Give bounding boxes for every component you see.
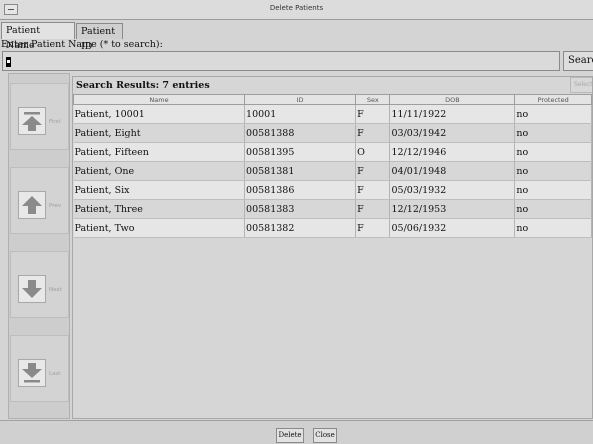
table-row[interactable]: Patient, Eight 00581388 F 03/03/1942 no — [73, 123, 592, 143]
patient-protected-cell: no — [514, 123, 592, 143]
patient-protected-cell: no — [514, 104, 592, 124]
patient-name-cell: Patient, One — [73, 161, 246, 181]
patient-sex-cell: F — [355, 123, 391, 143]
search-results-panel: Search Results: 7 entries Select Name ID… — [72, 76, 593, 419]
prev-page-button[interactable]: Prev — [10, 167, 69, 234]
patient-id-cell: 00581383 — [244, 199, 357, 219]
patient-name-cell: Patient, Three — [73, 199, 246, 219]
patient-dob-cell: 03/03/1942 — [389, 123, 516, 143]
patient-protected-cell: no — [514, 161, 592, 181]
column-header-sex[interactable]: Sex — [355, 94, 391, 105]
patient-id-cell: 00581382 — [244, 218, 357, 238]
title-bar: Delete Patients — [0, 0, 593, 20]
column-header-protected[interactable]: Protected — [514, 94, 592, 105]
text-cursor-icon — [6, 57, 11, 67]
patient-name-cell: Patient, Six — [73, 180, 246, 200]
patient-protected-cell: no — [514, 180, 592, 200]
patient-sex-cell: F — [355, 180, 391, 200]
patient-protected-cell: no — [514, 142, 592, 162]
tab-patient-id[interactable]: Patient ID — [76, 23, 123, 52]
patient-dob-cell: 11/11/1922 — [389, 104, 516, 124]
first-label: First — [49, 119, 61, 125]
table-row[interactable]: Patient, 10001 10001 F 11/11/1922 no — [73, 104, 592, 124]
patient-dob-cell: 12/12/1946 — [389, 142, 516, 162]
last-page-button[interactable]: Last — [10, 335, 69, 402]
patient-dob-cell: 04/01/1948 — [389, 161, 516, 181]
patient-id-cell: 00581386 — [244, 180, 357, 200]
search-input-box[interactable] — [2, 51, 560, 74]
patient-id-cell: 00581395 — [244, 142, 357, 162]
patient-dob-cell: 05/03/1932 — [389, 180, 516, 200]
search-prompt-label: Enter Patient Name (* to search): — [1, 39, 163, 50]
arrow-up-icon — [18, 191, 46, 219]
close-button[interactable]: Close — [313, 428, 337, 443]
first-page-button[interactable]: First — [10, 83, 69, 150]
arrow-first-icon — [18, 107, 46, 135]
patient-name-cell: Patient, Eight — [73, 123, 246, 143]
table-header-row: Name ID Sex DOB Protected — [73, 94, 592, 105]
patient-dob-cell: 05/06/1932 — [389, 218, 516, 238]
patient-dob-cell: 12/12/1953 — [389, 199, 516, 219]
table-row[interactable]: Patient, One 00581381 F 04/01/1948 no — [73, 161, 592, 181]
window-title: Delete Patients — [269, 4, 324, 12]
patient-id-cell: 00581381 — [244, 161, 357, 181]
patient-protected-cell: no — [514, 218, 592, 238]
column-header-dob[interactable]: DOB — [389, 94, 516, 105]
results-count-title: Search Results: 7 entries — [76, 80, 210, 91]
results-table: Name ID Sex DOB Protected Patient, 10001… — [73, 94, 592, 238]
arrow-last-icon — [18, 359, 46, 387]
search-button[interactable]: Search — [563, 51, 593, 71]
patient-sex-cell: F — [355, 104, 391, 124]
next-page-button[interactable]: Next — [10, 251, 69, 318]
tab-patient-name[interactable]: Patient Name — [1, 22, 75, 51]
search-mode-tabs: Patient Name Patient ID — [0, 21, 593, 52]
column-header-name[interactable]: Name — [73, 94, 246, 105]
navigation-panel: First Prev Next Last — [8, 73, 70, 419]
dialog-button-bar: Delete Close — [0, 420, 593, 444]
search-input[interactable] — [3, 55, 559, 74]
patient-sex-cell: O — [355, 142, 391, 162]
patient-id-cell: 10001 — [244, 104, 357, 124]
patient-sex-cell: F — [355, 199, 391, 219]
table-row[interactable]: Patient, Six 00581386 F 05/03/1932 no — [73, 180, 592, 200]
table-row[interactable]: Patient, Three 00581383 F 12/12/1953 no — [73, 199, 592, 219]
arrow-down-icon — [18, 275, 46, 303]
column-header-id[interactable]: ID — [244, 94, 357, 105]
patient-id-cell: 00581388 — [244, 123, 357, 143]
table-row[interactable]: Patient, Two 00581382 F 05/06/1932 no — [73, 218, 592, 238]
last-label: Last — [49, 371, 61, 377]
patient-sex-cell: F — [355, 161, 391, 181]
table-row[interactable]: Patient, Fifteen 00581395 O 12/12/1946 n… — [73, 142, 592, 162]
patient-protected-cell: no — [514, 199, 592, 219]
delete-button[interactable]: Delete — [276, 428, 304, 443]
prev-label: Prev — [49, 203, 61, 209]
next-label: Next — [49, 287, 62, 293]
patient-name-cell: Patient, Fifteen — [73, 142, 246, 162]
patient-name-cell: Patient, 10001 — [73, 104, 246, 124]
patient-sex-cell: F — [355, 218, 391, 238]
patient-name-cell: Patient, Two — [73, 218, 246, 238]
select-button[interactable]: Select — [570, 77, 592, 93]
